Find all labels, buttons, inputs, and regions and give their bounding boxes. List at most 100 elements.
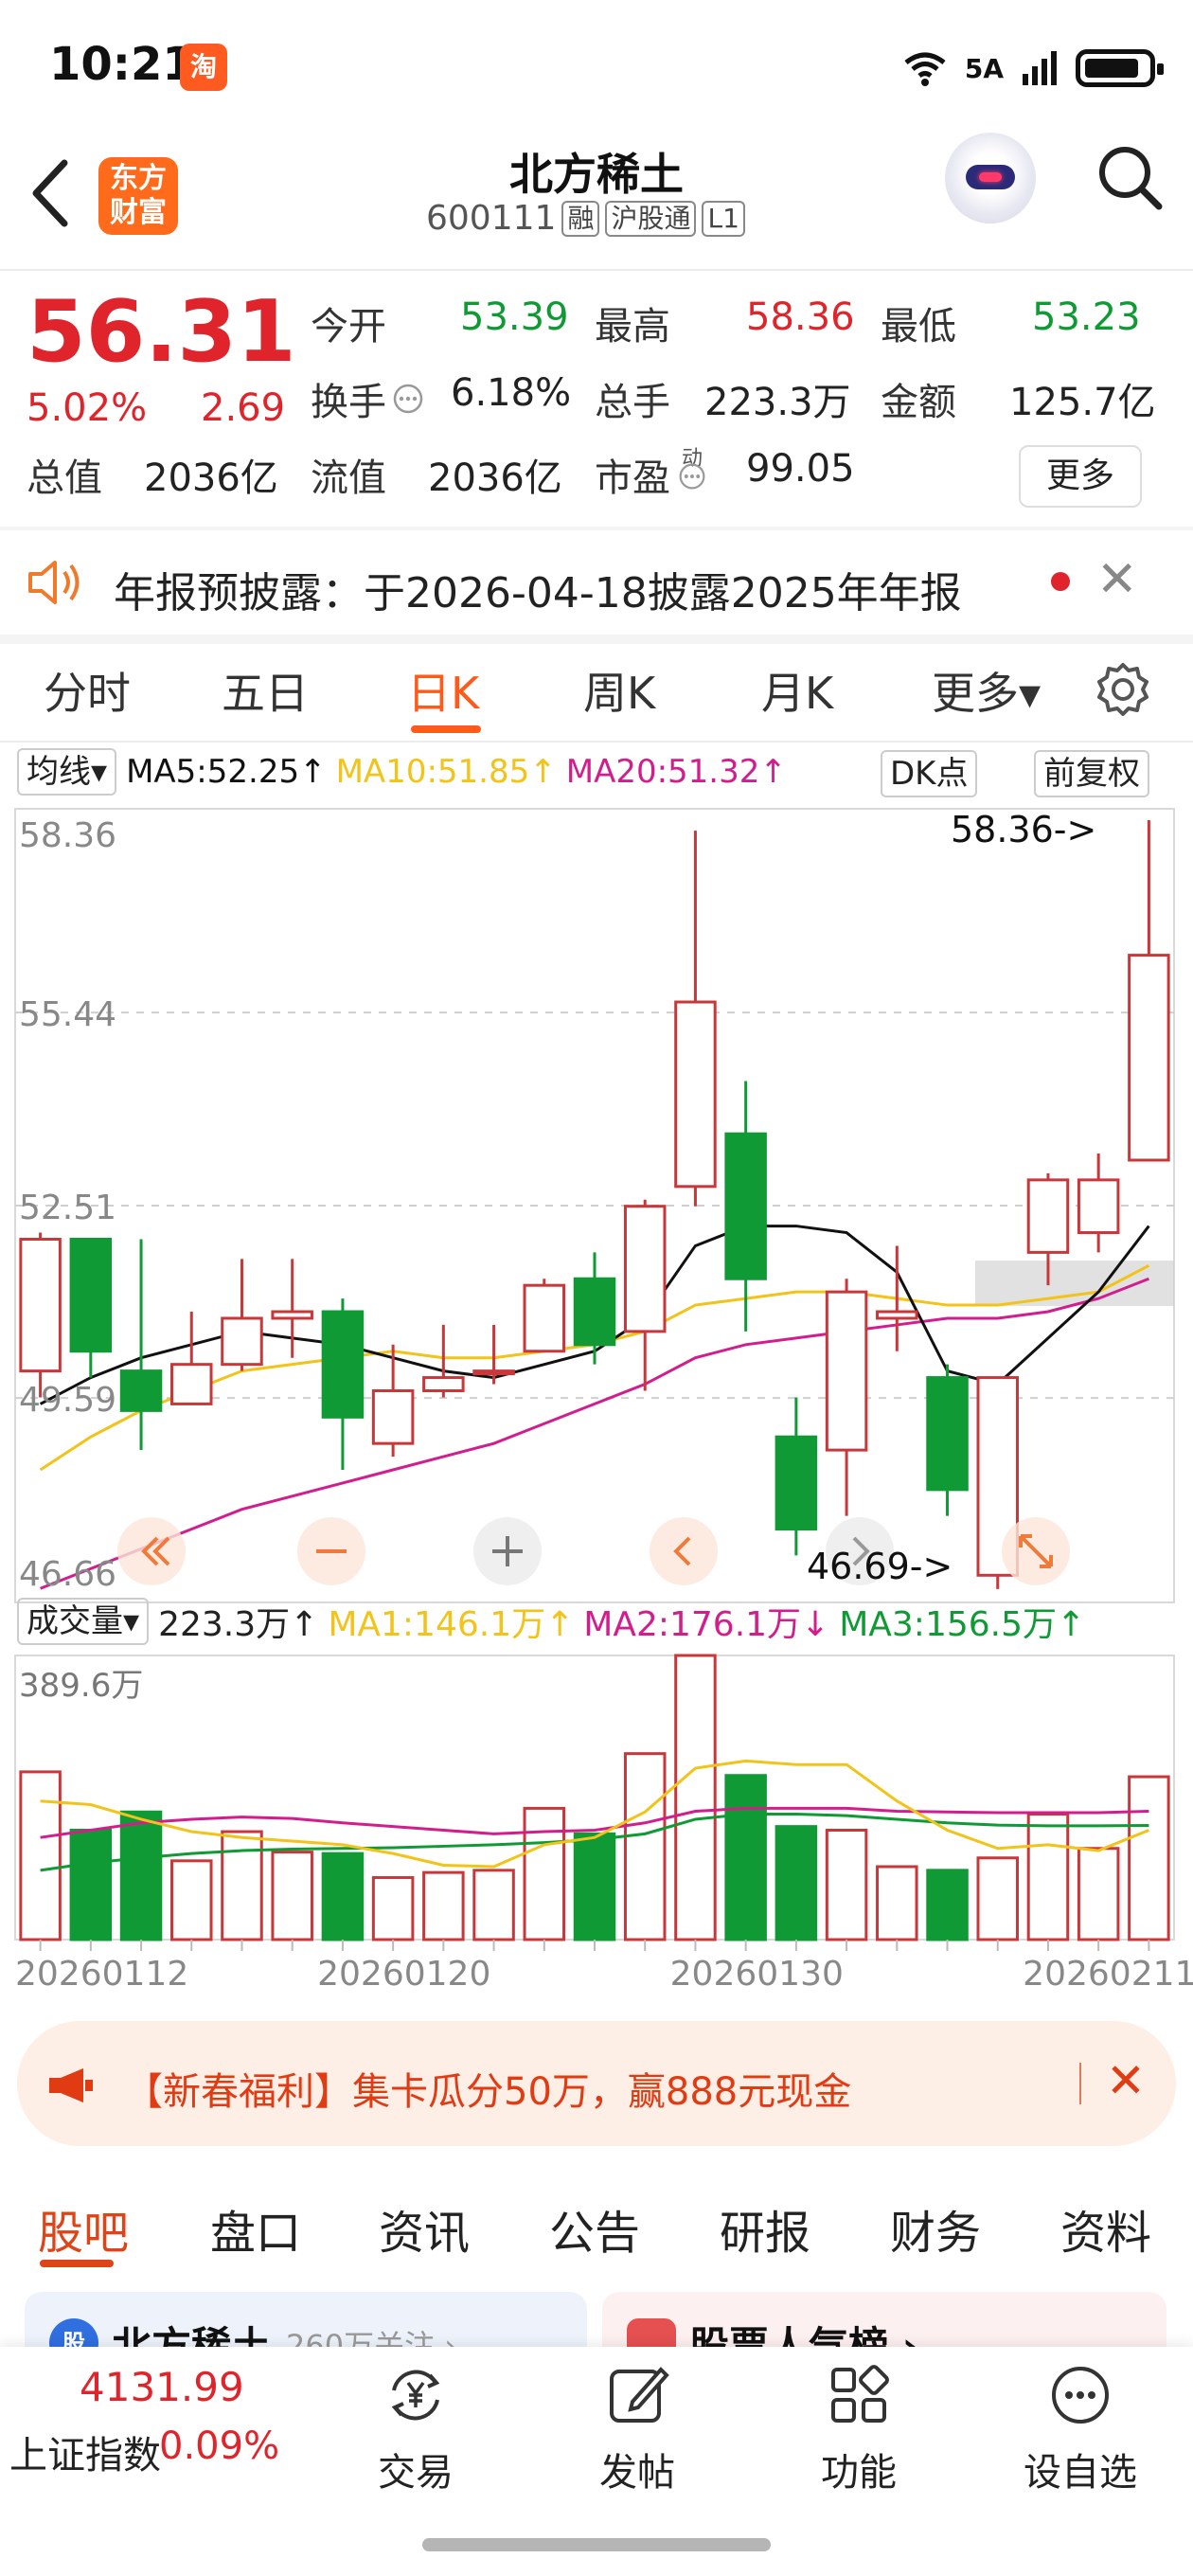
index-value[interactable]: 4131.99 <box>80 2364 244 2410</box>
nav-post-label: 发帖 <box>599 2451 675 2495</box>
edit-icon <box>610 2367 669 2423</box>
volume-bar <box>271 1851 313 1941</box>
nav-post[interactable]: 发帖 <box>566 2362 708 2496</box>
volume-bar <box>69 1828 113 1941</box>
volume-indicator-row: 成交量▾ 223.3万↑ MA1:146.1万↑ MA2:176.1万↓ MA3… <box>17 1597 1085 1646</box>
volume-bar <box>724 1774 767 1941</box>
yen-exchange-icon <box>391 2370 440 2421</box>
nav-watchlist-label: 设自选 <box>1024 2451 1137 2495</box>
candle-body <box>19 1237 62 1373</box>
fullscreen-button[interactable] <box>1002 1517 1070 1585</box>
date-label: 20260211 <box>1023 1955 1193 1994</box>
megaphone-icon <box>49 2068 93 2102</box>
date-label: 20260120 <box>317 1955 490 1994</box>
candle-body <box>1128 954 1170 1162</box>
nav-trade[interactable]: 交易 <box>345 2362 487 2496</box>
nav-trade-label: 交易 <box>378 2451 454 2495</box>
volume-bar <box>926 1869 969 1941</box>
volume-bar <box>371 1876 415 1941</box>
candle-body <box>170 1363 213 1405</box>
volume-bar <box>876 1865 918 1941</box>
candles <box>19 820 1170 1589</box>
volume-bar <box>119 1810 163 1941</box>
price-tick-label: 55.44 <box>19 995 116 1034</box>
zoom-out-button[interactable] <box>297 1517 365 1585</box>
tab-announcements[interactable]: 公告 <box>549 2195 640 2262</box>
price-tick-label: 49.59 <box>19 1381 116 1420</box>
volume-bar <box>976 1856 1019 1941</box>
promo-close-button[interactable]: ✕ <box>1106 2053 1146 2108</box>
vol-ma2-value: MA2:176.1万↓ <box>583 1605 830 1644</box>
candle-body <box>1077 1178 1120 1235</box>
grid-apps-icon <box>831 2365 889 2423</box>
promo-separator <box>1079 2063 1081 2104</box>
zoom-in-button[interactable] <box>473 1517 542 1585</box>
price-tick-label: 52.51 <box>19 1189 116 1227</box>
candle-body <box>623 1205 667 1333</box>
price-labels: 58.36 55.44 52.51 49.59 46.66 <box>19 816 116 1594</box>
price-tick-label: 58.36 <box>19 816 116 855</box>
volume-bar <box>573 1832 616 1941</box>
candle-body <box>926 1376 969 1492</box>
home-indicator <box>422 2538 771 2551</box>
promo-text[interactable]: 【新春福利】集卡瓜分50万，赢888元现金 <box>125 2061 851 2116</box>
vol-ma1-value: MA1:146.1万↑ <box>328 1605 575 1644</box>
volume-bar <box>674 1654 717 1941</box>
date-labels: 20260112 20260120 20260130 20260211 <box>15 1940 1193 1994</box>
candle-body <box>271 1310 313 1320</box>
high-marker: 58.36-> <box>951 809 1097 850</box>
candle-body <box>775 1435 818 1531</box>
candle-body <box>876 1310 918 1320</box>
tab-pankou[interactable]: 盘口 <box>210 2195 301 2262</box>
volume-selector[interactable]: 成交量▾ <box>17 1598 150 1645</box>
candle-body <box>472 1369 515 1376</box>
low-marker: 46.69-> <box>807 1546 953 1587</box>
volume-bar <box>623 1752 667 1941</box>
candle-body <box>825 1290 868 1452</box>
scroll-left-button[interactable] <box>117 1517 186 1585</box>
volume-bar <box>472 1869 515 1941</box>
tab-news[interactable]: 资讯 <box>379 2195 470 2262</box>
candle-body <box>724 1132 767 1280</box>
volume-bar <box>1077 1847 1120 1941</box>
tab-guba[interactable]: 股吧 <box>38 2195 129 2262</box>
candle-body <box>422 1376 465 1392</box>
tab-research[interactable]: 研报 <box>720 2195 810 2262</box>
volume-bar <box>1128 1775 1170 1941</box>
candle-body <box>221 1316 263 1367</box>
volume-value: 223.3万↑ <box>158 1605 319 1644</box>
volume-bar <box>221 1830 263 1941</box>
index-name[interactable]: 上证指数 <box>9 2424 161 2479</box>
nav-functions[interactable]: 功能 <box>788 2362 930 2496</box>
more-dots-icon <box>1052 2367 1109 2424</box>
date-label: 20260112 <box>15 1955 188 1994</box>
volume-bar <box>422 1870 465 1941</box>
volume-bar <box>170 1859 213 1941</box>
tab-profile[interactable]: 资料 <box>1060 2195 1151 2262</box>
nav-watchlist-settings[interactable]: 设自选 <box>1009 2362 1151 2496</box>
candle-body <box>321 1310 365 1419</box>
candle-body <box>119 1369 163 1412</box>
candlestick-chart[interactable]: 58.3655.4452.5149.5946.66 20260112 202601… <box>0 0 1193 2576</box>
volume-max-label: 389.6万 <box>19 1667 144 1705</box>
volume-bar <box>19 1770 62 1941</box>
volume-bar <box>825 1828 868 1941</box>
vol-ma3-value: MA3:156.5万↑ <box>839 1605 1086 1644</box>
tab-finance[interactable]: 财务 <box>890 2195 981 2262</box>
candle-body <box>573 1277 616 1347</box>
candle-body <box>523 1283 566 1353</box>
active-section-indicator <box>40 2260 114 2267</box>
volume-bars <box>19 1654 1170 1941</box>
candle-body <box>69 1237 113 1353</box>
nav-functions-label: 功能 <box>821 2451 897 2495</box>
volume-bar <box>1026 1813 1070 1941</box>
step-left-button[interactable] <box>650 1517 718 1585</box>
date-label: 20260130 <box>670 1955 844 1994</box>
volume-bar <box>523 1806 566 1941</box>
candle-body <box>674 1000 717 1189</box>
volume-bar <box>775 1825 818 1941</box>
candle-body <box>371 1388 415 1445</box>
volume-bar <box>321 1852 365 1941</box>
index-change[interactable]: 0.09% <box>159 2424 279 2468</box>
candle-body <box>1026 1178 1070 1254</box>
